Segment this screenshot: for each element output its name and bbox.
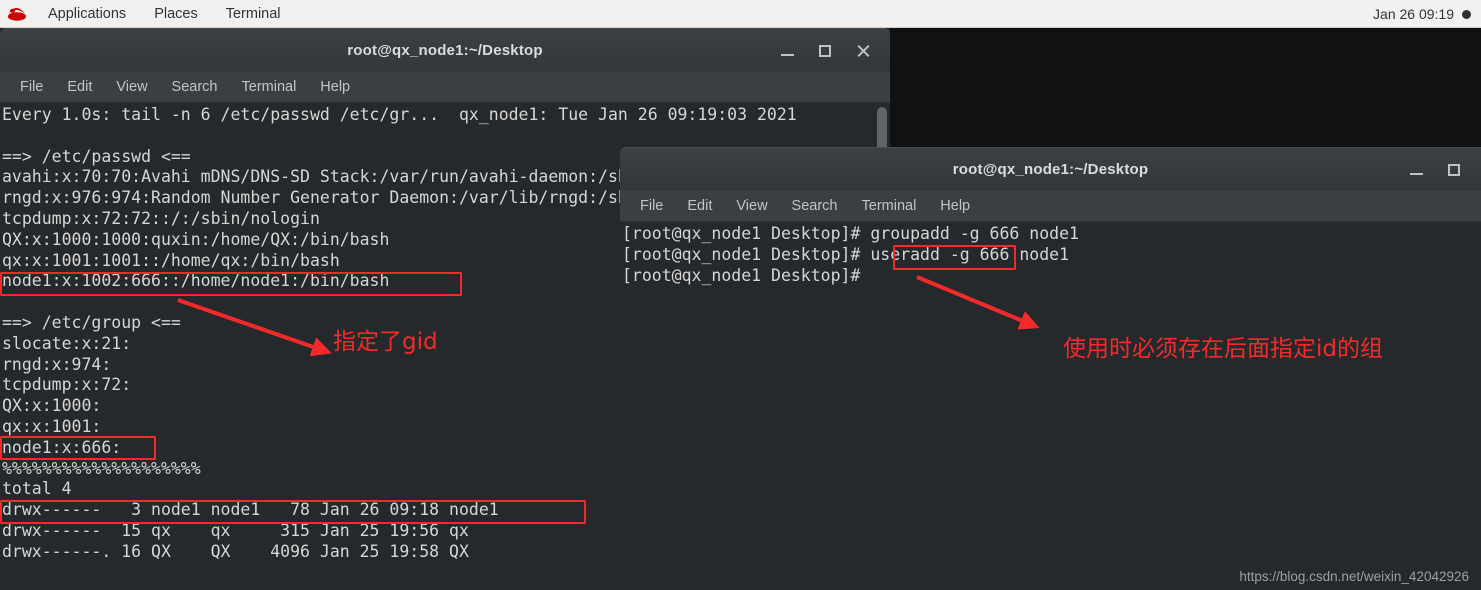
- watermark-url: https://blog.csdn.net/weixin_42042926: [1239, 569, 1469, 584]
- arrow-to-gid-note: [177, 298, 332, 357]
- desktop-root: Applications Places Terminal Jan 26 09:1…: [0, 0, 1481, 590]
- annotation-arrows: [177, 275, 1040, 357]
- arrow-to-group-note: [916, 275, 1040, 330]
